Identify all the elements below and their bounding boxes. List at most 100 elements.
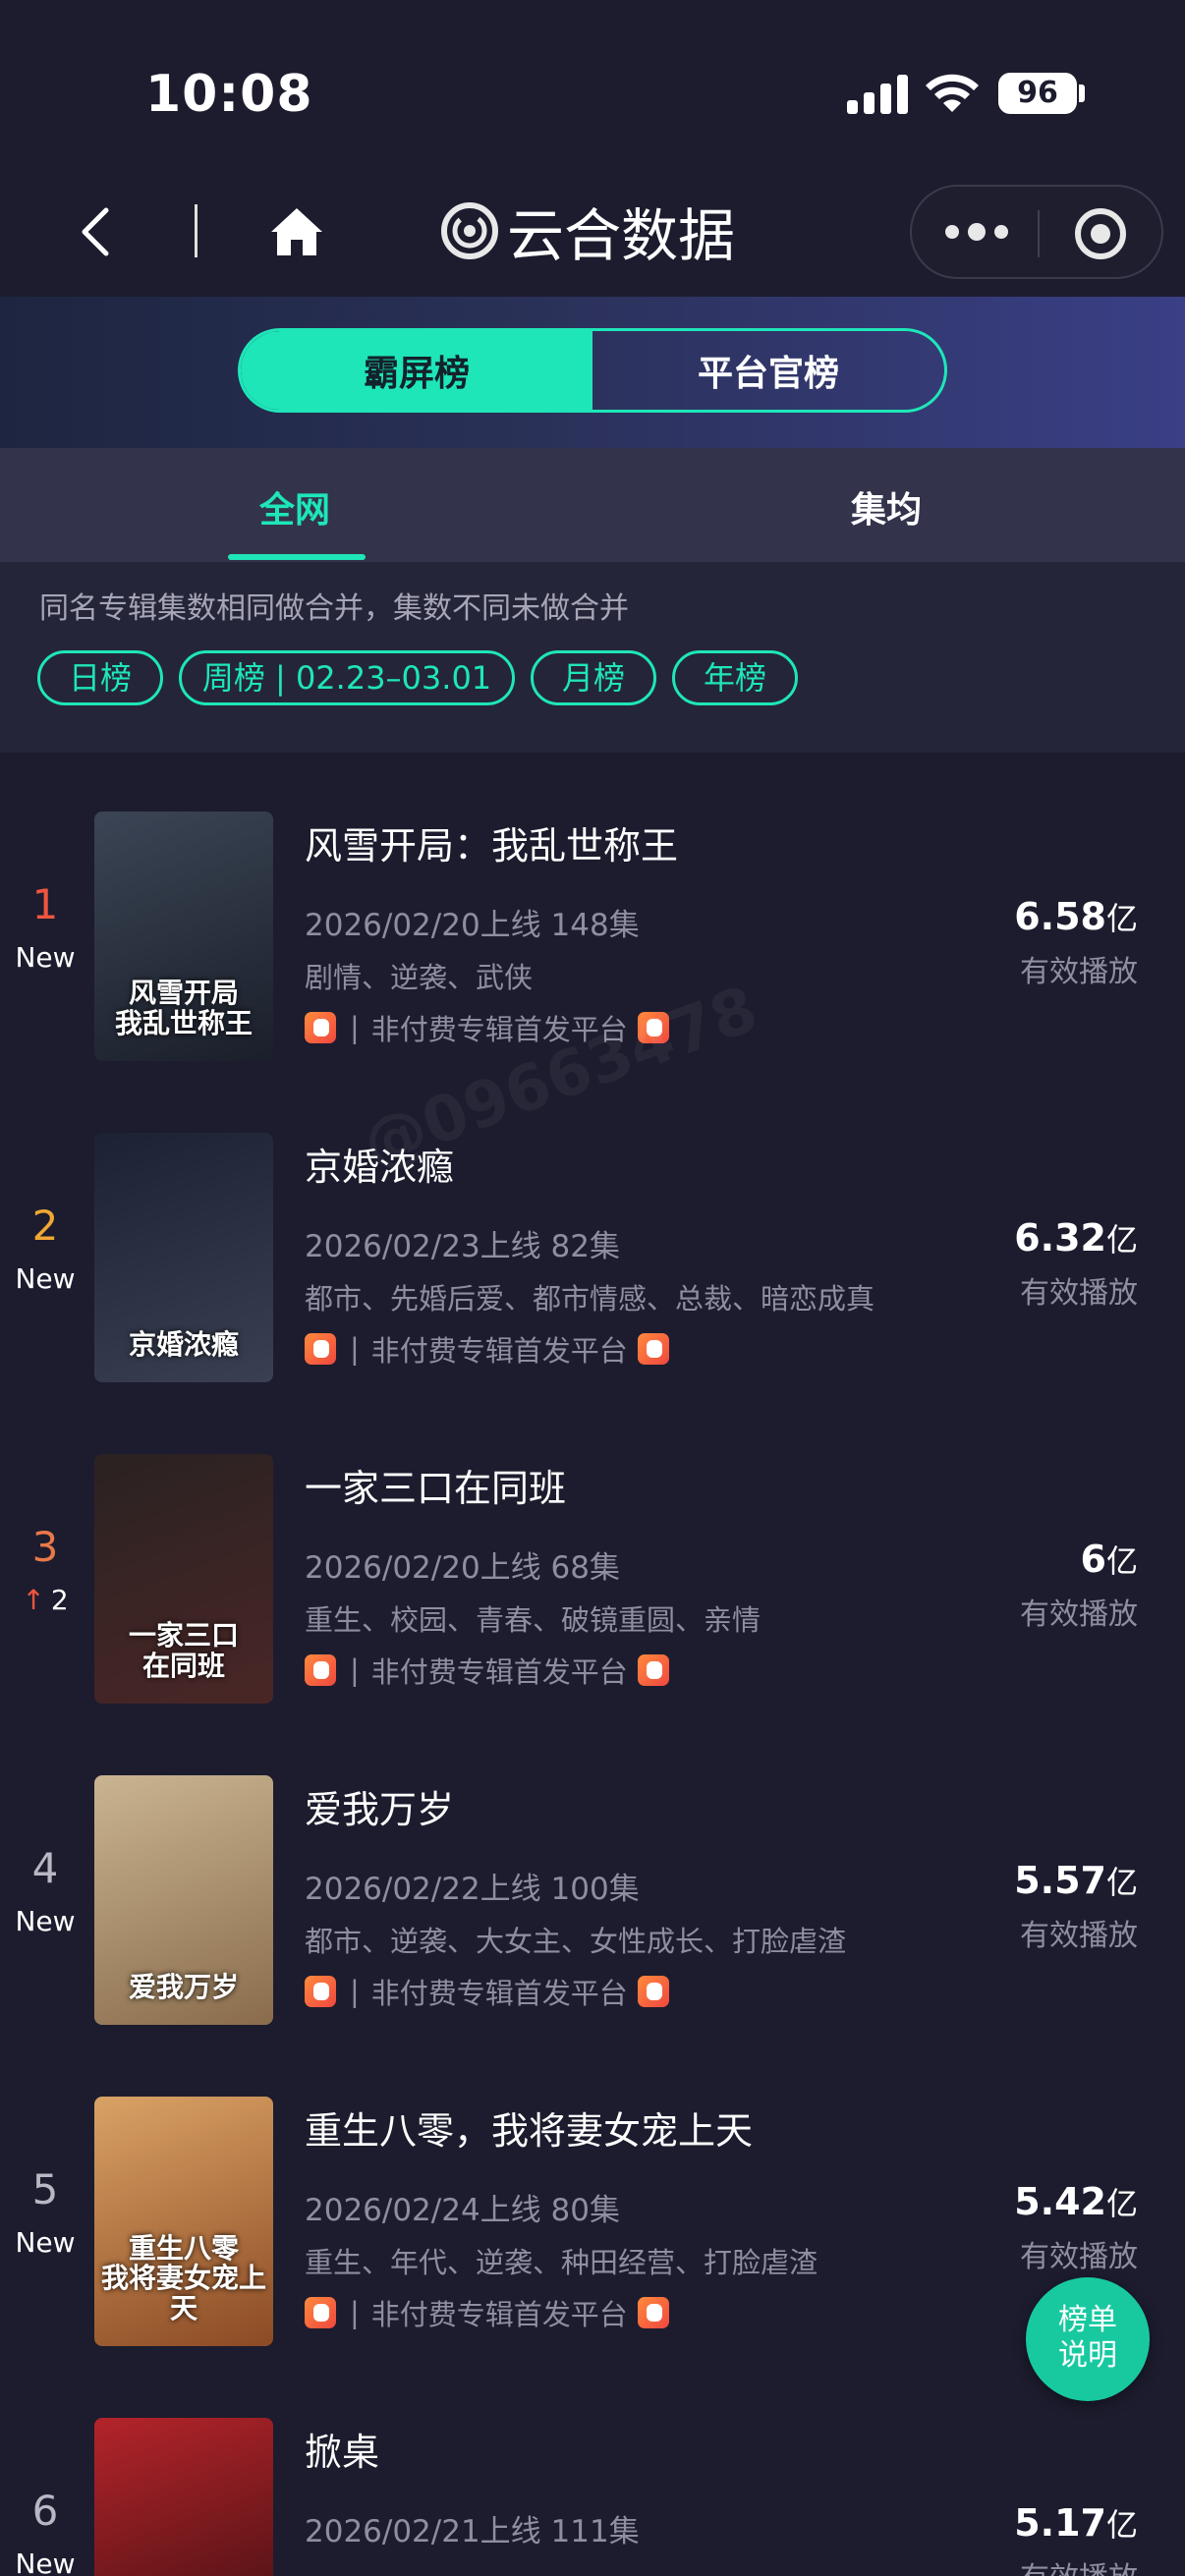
chip-yearly[interactable]: 年榜 xyxy=(672,650,798,705)
mini-program-capsule xyxy=(910,185,1163,279)
play-count: 5.57亿 xyxy=(1014,1858,1138,1903)
platform-line: | 非付费专辑首发平台 xyxy=(305,1010,669,1046)
ranking-list: 1 New 风雪开局 我乱世称王 风雪开局：我乱世称王 2026/02/20上线 … xyxy=(0,753,1185,2576)
play-count-label: 有效播放 xyxy=(1020,1919,1138,1953)
chip-monthly[interactable]: 月榜 xyxy=(531,650,656,705)
signal-icon xyxy=(847,73,908,114)
home-icon xyxy=(271,208,322,255)
tab-underline xyxy=(228,554,366,560)
wifi-icon xyxy=(924,69,981,114)
status-bar: 10:08 96 xyxy=(0,0,1185,177)
home-button[interactable] xyxy=(267,202,326,261)
drama-title: 爱我万岁 xyxy=(305,1788,455,1831)
platform-divider: | xyxy=(350,2296,360,2329)
chart-explain-label: 说明 xyxy=(1058,2338,1117,2373)
release-meta: 2026/02/23上线 82集 xyxy=(305,1229,620,1264)
rank-badge: New xyxy=(0,2226,90,2259)
release-meta: 2026/02/20上线 148集 xyxy=(305,908,640,943)
rank-number: 5 xyxy=(31,2165,59,2213)
chart-explain-button[interactable]: 榜单 说明 xyxy=(1026,2277,1150,2401)
rank-badge-text: New xyxy=(15,2548,76,2576)
play-count-number: 6.58 xyxy=(1014,895,1106,938)
platform-divider: | xyxy=(350,1011,360,1044)
list-item[interactable]: 6 New 掀桌 2026/02/21上线 111集 5.17亿 有效播放 xyxy=(0,2359,1185,2576)
platform-logo-icon xyxy=(637,1654,669,1686)
play-count-unit: 亿 xyxy=(1105,2185,1138,2222)
platform-text: 非付费专辑首发平台 xyxy=(370,1655,628,1689)
rank-badge-text: New xyxy=(15,1905,76,1937)
platform-logo-icon xyxy=(305,2297,336,2328)
platform-logo-icon xyxy=(637,1976,669,2007)
poster-title-art: 爱我万岁 xyxy=(128,1971,239,2004)
play-count: 6.32亿 xyxy=(1014,1215,1138,1260)
poster-title-art: 重生八零 我将妻女宠上天 xyxy=(100,2231,266,2325)
poster-title-art: 风雪开局 我乱世称王 xyxy=(114,977,253,1040)
list-item[interactable]: 1 New 风雪开局 我乱世称王 风雪开局：我乱世称王 2026/02/20上线 … xyxy=(0,753,1185,1074)
poster-image[interactable]: 风雪开局 我乱世称王 xyxy=(94,812,273,1061)
play-count-label: 有效播放 xyxy=(1020,2553,1138,2576)
poster-image[interactable] xyxy=(94,2418,273,2576)
poster-image[interactable]: 爱我万岁 xyxy=(94,1775,273,2025)
rank-number: 6 xyxy=(31,2487,59,2535)
more-icon[interactable] xyxy=(945,210,1008,253)
brand-name: 云合数据 xyxy=(507,202,736,269)
play-count-unit: 亿 xyxy=(1105,1864,1138,1901)
release-meta: 2026/02/20上线 68集 xyxy=(305,1550,620,1586)
play-count: 5.17亿 xyxy=(1014,2500,1138,2546)
genre-tags: 都市、先婚后爱、都市情感、总裁、暗恋成真 xyxy=(305,1282,875,1316)
rank-badge: New xyxy=(0,1905,90,1937)
poster-image[interactable]: 重生八零 我将妻女宠上天 xyxy=(94,2097,273,2346)
platform-line: | 非付费专辑首发平台 xyxy=(305,2295,669,2331)
tab-quanwang[interactable]: 全网 xyxy=(259,481,330,532)
drama-title: 重生八零，我将妻女宠上天 xyxy=(305,2109,754,2153)
poster-image[interactable]: 一家三口 在同班 xyxy=(94,1454,273,1704)
rank-change: 2 xyxy=(50,1584,69,1616)
nav-bar: 云合数据 xyxy=(0,177,1185,297)
brand-logo-icon xyxy=(441,202,498,259)
platform-text: 非付费专辑首发平台 xyxy=(370,1013,628,1046)
chevron-left-icon xyxy=(82,207,109,256)
poster-title-art: 一家三口 在同班 xyxy=(128,1619,239,1683)
play-count: 5.42亿 xyxy=(1014,2179,1138,2224)
list-item[interactable]: 4 New 爱我万岁 爱我万岁 2026/02/22上线 100集 都市、逆袭、… xyxy=(0,1716,1185,2038)
platform-text: 非付费专辑首发平台 xyxy=(370,1977,628,2010)
genre-tags: 重生、校园、青春、破镜重圆、亲情 xyxy=(305,1603,762,1637)
platform-logo-icon xyxy=(637,1012,669,1043)
rank-badge: New xyxy=(0,2548,90,2576)
segment-platform-official[interactable]: 平台官榜 xyxy=(592,331,944,410)
brand: 云合数据 xyxy=(440,196,735,269)
nav-divider xyxy=(195,204,198,257)
play-count-unit: 亿 xyxy=(1105,1221,1138,1259)
play-count-number: 6.32 xyxy=(1014,1216,1106,1260)
rank-up-arrow-icon: ↑ xyxy=(22,1584,45,1616)
rank-number: 4 xyxy=(31,1844,59,1892)
platform-logo-icon xyxy=(305,1654,336,1686)
close-target-icon[interactable] xyxy=(1075,208,1126,259)
list-item[interactable]: 5 New 重生八零 我将妻女宠上天 重生八零，我将妻女宠上天 2026/02/2… xyxy=(0,2038,1185,2359)
platform-logo-icon xyxy=(305,1333,336,1365)
genre-tags: 都市、逆袭、大女主、女性成长、打脸虐渣 xyxy=(305,1925,847,1958)
drama-title: 京婚浓瘾 xyxy=(305,1146,455,1189)
play-count-label: 有效播放 xyxy=(1020,1597,1138,1632)
play-count-number: 6 xyxy=(1080,1538,1106,1581)
merge-note: 同名专辑集数相同做合并，集数不同未做合并 xyxy=(39,591,629,626)
genre-tags: 剧情、逆袭、武侠 xyxy=(305,961,534,994)
platform-divider: | xyxy=(350,1653,360,1687)
chip-daily[interactable]: 日榜 xyxy=(37,650,163,705)
poster-image[interactable]: 京婚浓瘾 xyxy=(94,1133,273,1382)
segment-bapingbang[interactable]: 霸屏榜 xyxy=(241,331,592,410)
tab-jijun[interactable]: 集均 xyxy=(851,481,922,532)
play-count-label: 有效播放 xyxy=(1020,1276,1138,1311)
back-button[interactable] xyxy=(69,202,128,261)
filter-area: 同名专辑集数相同做合并，集数不同未做合并 日榜 周榜 | 02.23–03.01… xyxy=(0,562,1185,753)
play-count-unit: 亿 xyxy=(1105,900,1138,937)
chip-weekly[interactable]: 周榜 | 02.23–03.01 xyxy=(179,650,515,705)
platform-logo-icon xyxy=(305,1976,336,2007)
play-count: 6.58亿 xyxy=(1014,894,1138,939)
rank-badge-text: New xyxy=(15,1262,76,1295)
play-count-number: 5.42 xyxy=(1014,2180,1106,2223)
platform-text: 非付费专辑首发平台 xyxy=(370,1334,628,1368)
list-item[interactable]: 2 New 京婚浓瘾 京婚浓瘾 2026/02/23上线 82集 都市、先婚后爱… xyxy=(0,1074,1185,1395)
rank-badge-text: New xyxy=(15,941,76,974)
list-item[interactable]: 3 ↑ 2 一家三口 在同班 一家三口在同班 2026/02/20上线 68集 重生… xyxy=(0,1395,1185,1716)
